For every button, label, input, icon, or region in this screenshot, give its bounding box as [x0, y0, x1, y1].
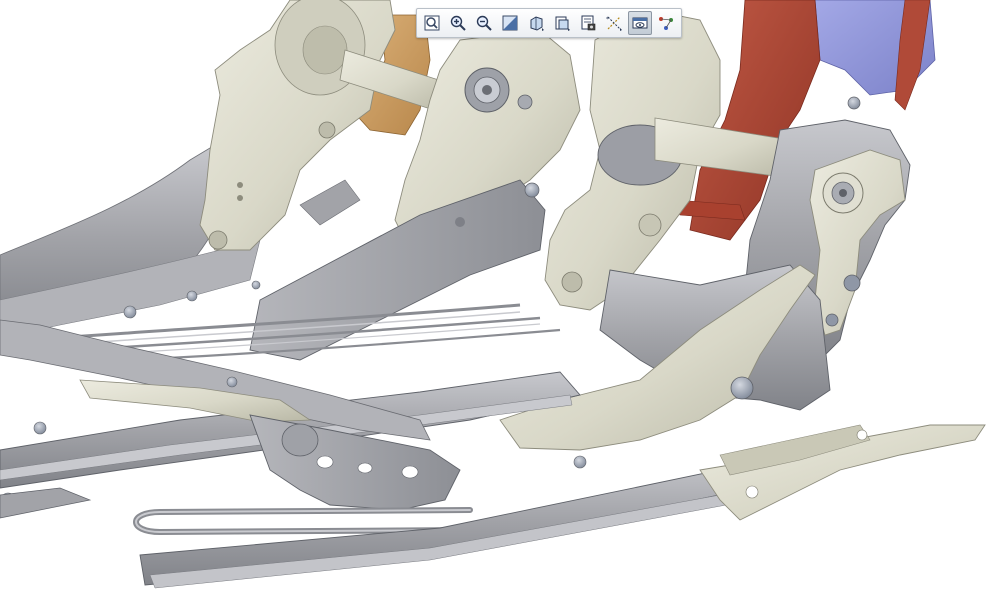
repaint-icon [501, 14, 519, 32]
display-style-icon [527, 14, 545, 32]
refit-button[interactable]: Refit [420, 11, 444, 35]
seat-frame-model[interactable] [0, 0, 992, 601]
svg-text:*: * [606, 16, 609, 23]
view-manager-button[interactable]: View Manager [576, 11, 600, 35]
view-manager-icon [579, 14, 597, 32]
zoom-out-button[interactable]: Zoom Out [472, 11, 496, 35]
spin-center-button[interactable]: Spin Center [628, 11, 652, 35]
datum-display-icon: * [605, 14, 623, 32]
annotation-display-button[interactable]: Annotation Display [654, 11, 678, 35]
lower-track-rail [139, 454, 792, 586]
annotation-display-icon [657, 14, 675, 32]
recliner-handle-lever [809, 149, 906, 336]
repaint-button[interactable]: Repaint [498, 11, 522, 35]
zoom-in-button[interactable]: Zoom In [446, 11, 470, 35]
display-style-button[interactable]: Display Style [524, 11, 548, 35]
3d-model-viewport[interactable]: RefitZoom InZoom OutRepaintDisplay Style… [0, 0, 992, 601]
zoom-in-icon [449, 14, 467, 32]
spin-center-icon [631, 14, 649, 32]
seat-adjust-loop-bar [133, 507, 473, 536]
zoom-out-icon [475, 14, 493, 32]
center-lateral-member [249, 179, 546, 361]
refit-icon [423, 14, 441, 32]
datum-display-button[interactable]: *Datum Display Filters [602, 11, 626, 35]
saved-orientations-icon [553, 14, 571, 32]
graphics-toolbar: RefitZoom InZoom OutRepaintDisplay Style… [416, 8, 682, 38]
saved-orientations-button[interactable]: Saved Orientations [550, 11, 574, 35]
